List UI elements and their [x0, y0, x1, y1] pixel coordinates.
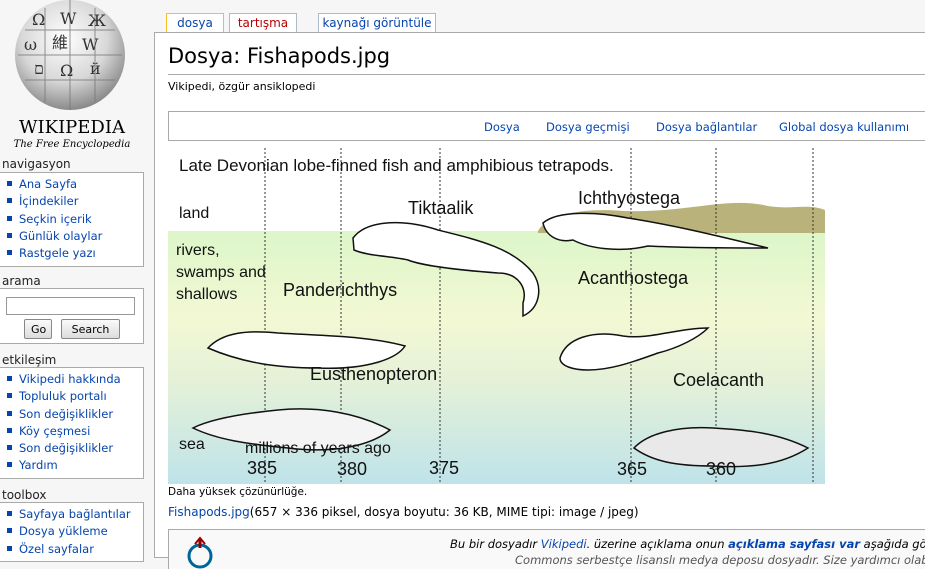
time-tick-380: 380	[337, 459, 367, 479]
tab-view-source-label: kaynağı görüntüle	[322, 16, 432, 30]
sidebar-item-main-page[interactable]: Ana Sayfa	[7, 176, 143, 193]
go-button[interactable]: Go	[24, 319, 52, 339]
species-tiktaalik: Tiktaalik	[408, 198, 474, 218]
zone-rivers-label-3: shallows	[176, 286, 237, 303]
fishapods-image[interactable]: Late Devonian lobe-finned fish and amphi…	[168, 148, 825, 484]
logo-tagline: The Free Encyclopedia	[14, 139, 131, 150]
search-portlet: Go Search	[0, 288, 144, 344]
svg-text:ω: ω	[24, 35, 37, 54]
sidebar-item-what-links-here[interactable]: Sayfaya bağlantılar	[7, 506, 143, 523]
sidebar-item-community[interactable]: Topluluk portalı	[7, 388, 143, 405]
tab-talk-label: tartışma	[237, 16, 289, 30]
search-heading: arama	[2, 274, 41, 288]
sidebar-item-random[interactable]: Rastgele yazı	[7, 245, 143, 262]
file-link[interactable]: Fishapods.jpg	[168, 505, 250, 519]
logo-wordmark: WIKIPEDIA	[19, 117, 126, 138]
zone-sea-label: sea	[179, 436, 205, 453]
tab-file-label: dosya	[177, 16, 213, 30]
sidebar-item-current-events[interactable]: Günlük olaylar	[7, 228, 143, 245]
sidebar-item-upload-file[interactable]: Dosya yükleme	[7, 523, 143, 540]
sidebar-item-recent-changes[interactable]: Son değişiklikler	[7, 406, 143, 423]
toolbox-portlet: Sayfaya bağlantılar Dosya yükleme Özel s…	[0, 502, 144, 562]
tab-talk[interactable]: tartışma	[229, 13, 297, 33]
wikipedia-globe-icon: ΩWЖ ω維W םΩй WIKIPEDIA The Free Encyclope…	[14, 0, 131, 150]
sidebar-item-village-pump[interactable]: Köy çeşmesi	[7, 423, 143, 440]
wikimedia-commons-icon	[187, 536, 213, 569]
zone-land-label: land	[179, 205, 209, 222]
svg-text:Ω: Ω	[32, 10, 45, 29]
time-tick-375: 375	[429, 458, 459, 478]
time-tick-360: 360	[706, 459, 736, 479]
species-coelacanth: Coelacanth	[673, 370, 764, 390]
species-eusthenopteron: Eusthenopteron	[310, 364, 437, 384]
sidebar-item-contents[interactable]: İçindekiler	[7, 193, 143, 210]
higher-resolution-note: Daha yüksek çözünürlüğe.	[168, 486, 308, 498]
svg-text:維: 維	[52, 33, 68, 52]
svg-text:й: й	[90, 59, 101, 78]
species-acanthostega: Acanthostega	[578, 268, 689, 288]
commons-description-box: Bu bir dosyadır Vikipedi. üzerine açıkla…	[168, 529, 925, 569]
toolbox-heading: toolbox	[2, 488, 47, 502]
species-panderichthys: Panderichthys	[283, 280, 397, 300]
file-menu: Dosya Dosya geçmişi Dosya bağlantılar Gl…	[168, 111, 925, 141]
zone-rivers-label-1: rivers,	[176, 242, 220, 259]
file-menu-history[interactable]: Dosya geçmişi	[546, 120, 630, 134]
zone-rivers-label-2: swamps and	[176, 264, 266, 281]
time-tick-365: 365	[617, 459, 647, 479]
sidebar-item-help[interactable]: Yardım	[7, 457, 143, 474]
description-line-1: Bu bir dosyadır Vikipedi. üzerine açıkla…	[450, 537, 925, 551]
svg-text:W: W	[82, 35, 99, 54]
sidebar-item-featured[interactable]: Seçkin içerik	[7, 211, 143, 228]
wikipedia-logo[interactable]: ΩWЖ ω維W םΩй WIKIPEDIA The Free Encyclope…	[0, 0, 145, 152]
sidebar-item-recent-changes-2[interactable]: Son değişiklikler	[7, 440, 143, 457]
search-input[interactable]	[6, 297, 135, 315]
svg-text:W: W	[60, 9, 77, 28]
file-menu-global-usage[interactable]: Global dosya kullanımı	[779, 120, 909, 134]
file-info: Fishapods.jpg(657 × 336 piksel, dosya bo…	[168, 505, 639, 519]
svg-text:ם: ם	[34, 59, 44, 78]
time-tick-385: 385	[247, 458, 277, 478]
content-area: Dosya: Fishapods.jpg Vikipedi, özgür ans…	[154, 32, 925, 569]
search-button[interactable]: Search	[61, 319, 120, 339]
title-divider	[168, 74, 925, 75]
description-page-link[interactable]: açıklama sayfası var	[728, 537, 860, 551]
page-title: Dosya: Fishapods.jpg	[168, 44, 391, 68]
description-line-2: Commons serbestçe lisanslı medya deposu …	[515, 553, 925, 567]
tab-view-source[interactable]: kaynağı görüntüle	[318, 13, 436, 33]
species-ichthyostega: Ichthyostega	[578, 188, 681, 208]
navigation-heading: navigasyon	[2, 157, 71, 171]
wikipedia-link[interactable]: Vikipedi	[541, 537, 587, 551]
site-subtitle: Vikipedi, özgür ansiklopedi	[168, 80, 316, 93]
svg-text:Ж: Ж	[88, 11, 106, 30]
figure-heading: Late Devonian lobe-finned fish and amphi…	[179, 156, 614, 175]
sidebar-item-special-pages[interactable]: Özel sayfalar	[7, 541, 143, 558]
tab-file[interactable]: dosya	[166, 13, 224, 33]
fishapods-figure: Late Devonian lobe-finned fish and amphi…	[168, 148, 825, 484]
time-axis-label: millions of years ago	[245, 440, 391, 457]
file-menu-file[interactable]: Dosya	[484, 120, 520, 134]
interaction-portlet: Vikipedi hakkında Topluluk portalı Son d…	[0, 367, 144, 479]
sidebar-item-about[interactable]: Vikipedi hakkında	[7, 371, 143, 388]
file-details: (657 × 336 piksel, dosya boyutu: 36 KB, …	[249, 505, 639, 519]
file-menu-links[interactable]: Dosya bağlantılar	[656, 120, 757, 134]
navigation-portlet: Ana Sayfa İçindekiler Seçkin içerik Günl…	[0, 172, 144, 267]
interaction-heading: etkileşim	[2, 353, 57, 367]
svg-text:Ω: Ω	[60, 61, 73, 80]
